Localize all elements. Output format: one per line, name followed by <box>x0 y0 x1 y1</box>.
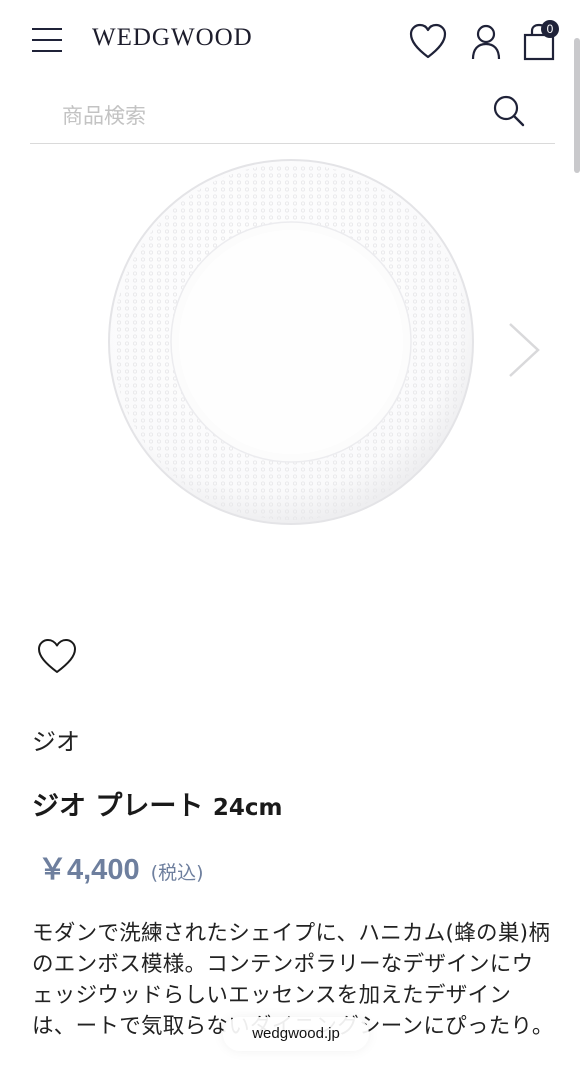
hamburger-menu-icon[interactable] <box>30 26 64 54</box>
search-icon[interactable] <box>492 94 526 128</box>
product-image-plate <box>108 159 474 525</box>
user-icon <box>471 24 501 60</box>
tax-note: (税込) <box>150 862 204 884</box>
browser-url-pill[interactable]: wedgwood.jp <box>223 1017 369 1051</box>
product-price: ￥4,400 <box>38 854 140 886</box>
search-input[interactable] <box>60 100 464 132</box>
site-header: WEDGWOOD 0 <box>0 0 585 80</box>
product-name: ジオ プレート <box>32 791 204 822</box>
wishlist-button[interactable] <box>408 22 448 62</box>
add-to-favorites-heart-icon[interactable] <box>36 637 78 675</box>
heart-icon <box>409 23 447 59</box>
price-row: ￥4,400 (税込) <box>38 846 204 888</box>
cart-button[interactable]: 0 <box>519 20 559 62</box>
search-bar <box>30 88 555 144</box>
cart-count-badge: 0 <box>541 20 559 38</box>
site-logo[interactable]: WEDGWOOD <box>92 24 253 52</box>
chevron-right-icon[interactable] <box>504 320 544 380</box>
product-image-gallery[interactable] <box>0 144 585 574</box>
product-brand[interactable]: ジオ <box>32 722 80 757</box>
product-size: 24cm <box>212 795 283 821</box>
account-button[interactable] <box>466 22 506 62</box>
product-title: ジオ プレート 24cm <box>32 784 282 823</box>
